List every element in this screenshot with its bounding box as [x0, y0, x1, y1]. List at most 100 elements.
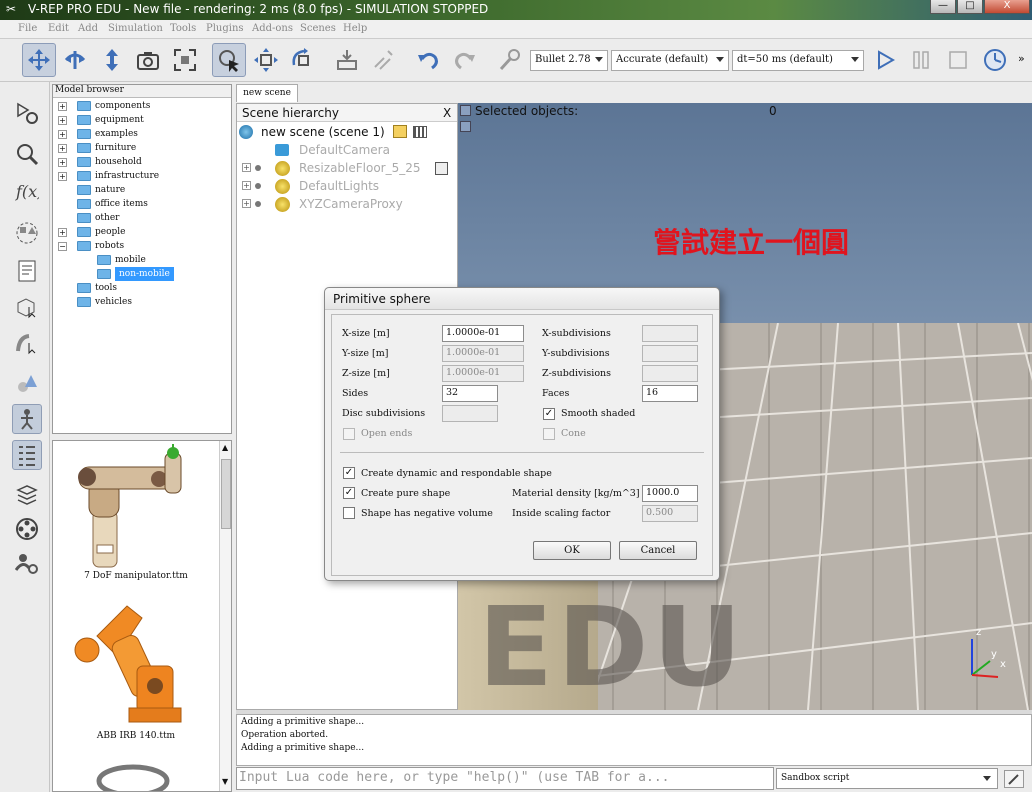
maximize-button[interactable]: □ [957, 0, 983, 14]
scroll-up-arrow-icon[interactable]: ▲ [222, 443, 228, 452]
collapse-icon[interactable] [460, 105, 471, 116]
model-browser-toggle-button[interactable] [12, 404, 42, 434]
camera-shift-button[interactable] [95, 43, 129, 77]
scene-hierarchy-toggle-button[interactable] [12, 440, 42, 470]
simulation-settings-button[interactable] [12, 98, 42, 128]
model-folder-item[interactable]: + components [53, 99, 231, 113]
realtime-mode-button[interactable] [978, 43, 1012, 77]
timestep-select[interactable]: dt=50 ms (default) [732, 50, 864, 71]
scroll-thumb[interactable] [221, 459, 231, 529]
transfer-dna-button[interactable] [366, 43, 400, 77]
menu-addons[interactable]: Add-ons [252, 23, 293, 34]
open-ends-checkbox[interactable] [343, 428, 355, 440]
expand-icon[interactable]: + [58, 144, 67, 153]
cone-checkbox[interactable] [543, 428, 555, 440]
collections-button[interactable] [12, 218, 42, 248]
assemble-button[interactable] [330, 43, 364, 77]
menu-scenes[interactable]: Scenes [300, 23, 336, 34]
model-thumbnail-abb-irb140[interactable] [67, 596, 197, 726]
model-folder-item[interactable]: + household [53, 155, 231, 169]
scripts-button[interactable] [12, 256, 42, 286]
redo-button[interactable] [448, 43, 482, 77]
console-toggle-button[interactable] [1004, 770, 1024, 788]
collapse-icon[interactable] [460, 121, 471, 132]
sides-field[interactable]: 32 [442, 385, 498, 402]
collapse-icon[interactable]: − [58, 242, 67, 251]
pure-shape-checkbox[interactable]: ✓ [343, 487, 355, 499]
accuracy-select[interactable]: Accurate (default) [611, 50, 729, 71]
layers-button[interactable] [12, 479, 42, 509]
expand-icon[interactable]: + [58, 130, 67, 139]
x-subdivisions-field[interactable] [642, 325, 698, 342]
physics-engine-select[interactable]: Bullet 2.78 [530, 50, 608, 71]
path-edit-button[interactable] [12, 328, 42, 358]
y-subdivisions-field[interactable] [642, 345, 698, 362]
model-folder-item[interactable]: nature [53, 183, 231, 197]
minimize-button[interactable]: — [930, 0, 956, 14]
camera-angle-button[interactable] [131, 43, 165, 77]
expand-icon[interactable]: + [242, 199, 251, 208]
selection-button[interactable] [12, 139, 42, 169]
disc-subdivisions-field[interactable] [442, 405, 498, 422]
close-hierarchy-icon[interactable]: X [443, 106, 451, 120]
expand-icon[interactable]: + [58, 102, 67, 111]
script-mode-select[interactable]: Sandbox script [776, 768, 998, 789]
object-shift-button[interactable] [249, 43, 283, 77]
stop-simulation-button[interactable] [941, 43, 975, 77]
model-folder-item[interactable]: other [53, 211, 231, 225]
shapes-button[interactable] [12, 368, 42, 398]
dynamics-toggle-button[interactable] [493, 43, 527, 77]
model-thumbnail-7dof[interactable] [73, 441, 193, 569]
menu-file[interactable]: File [18, 23, 37, 34]
lua-command-bar[interactable]: Input Lua code here, or type "help()" (u… [236, 767, 774, 790]
model-folder-item[interactable]: + people [53, 225, 231, 239]
menu-plugins[interactable]: Plugins [206, 23, 244, 34]
fit-to-view-button[interactable] [168, 43, 202, 77]
object-rotate-button[interactable] [286, 43, 320, 77]
model-folder-item[interactable]: + examples [53, 127, 231, 141]
menu-add[interactable]: Add [78, 23, 98, 34]
video-recorder-button[interactable] [12, 514, 42, 544]
pause-simulation-button[interactable] [904, 43, 938, 77]
expand-icon[interactable]: + [242, 163, 251, 172]
menu-tools[interactable]: Tools [170, 23, 196, 34]
model-folder-item[interactable]: + infrastructure [53, 169, 231, 183]
z-size-field[interactable]: 1.0000e-01 [442, 365, 524, 382]
camera-pan-button[interactable] [22, 43, 56, 77]
model-folder-item[interactable]: office items [53, 197, 231, 211]
model-folder-item[interactable]: vehicles [53, 295, 231, 309]
menu-simulation[interactable]: Simulation [108, 23, 163, 34]
model-folder-item[interactable]: − robots [53, 239, 231, 253]
expand-icon[interactable]: + [242, 181, 251, 190]
user-settings-button[interactable] [12, 549, 42, 579]
close-window-button[interactable]: X [984, 0, 1030, 14]
material-density-field[interactable]: 1000.0 [642, 485, 698, 502]
expand-icon[interactable]: + [58, 172, 67, 181]
undo-button[interactable] [411, 43, 445, 77]
ok-button[interactable]: OK [533, 541, 611, 560]
smooth-shaded-checkbox[interactable]: ✓ [543, 408, 555, 420]
x-size-field[interactable]: 1.0000e-01 [442, 325, 524, 342]
shape-edit-button[interactable] [12, 292, 42, 322]
expand-icon[interactable]: + [58, 116, 67, 125]
faces-field[interactable]: 16 [642, 385, 698, 402]
model-folder-item[interactable]: tools [53, 281, 231, 295]
cancel-button[interactable]: Cancel [619, 541, 697, 560]
menu-edit[interactable]: Edit [48, 23, 69, 34]
camera-rotate-button[interactable] [58, 43, 92, 77]
calculation-modules-button[interactable]: f(x) [12, 176, 42, 206]
model-folder-item[interactable]: + equipment [53, 113, 231, 127]
z-subdivisions-field[interactable] [642, 365, 698, 382]
model-thumbnail-next[interactable] [93, 761, 173, 791]
scroll-down-arrow-icon[interactable]: ▼ [222, 777, 228, 786]
click-select-button[interactable] [212, 43, 246, 77]
menu-help[interactable]: Help [343, 23, 367, 34]
inside-scaling-field[interactable]: 0.500 [642, 505, 698, 522]
expand-icon[interactable]: + [58, 228, 67, 237]
expand-icon[interactable]: + [58, 158, 67, 167]
lua-command-input[interactable]: Input Lua code here, or type "help()" (u… [239, 770, 769, 785]
toolbar-overflow-icon[interactable]: » [1018, 52, 1025, 65]
model-folder-item[interactable]: mobile [53, 253, 231, 267]
scene-tab[interactable]: new scene [236, 84, 298, 102]
y-size-field[interactable]: 1.0000e-01 [442, 345, 524, 362]
